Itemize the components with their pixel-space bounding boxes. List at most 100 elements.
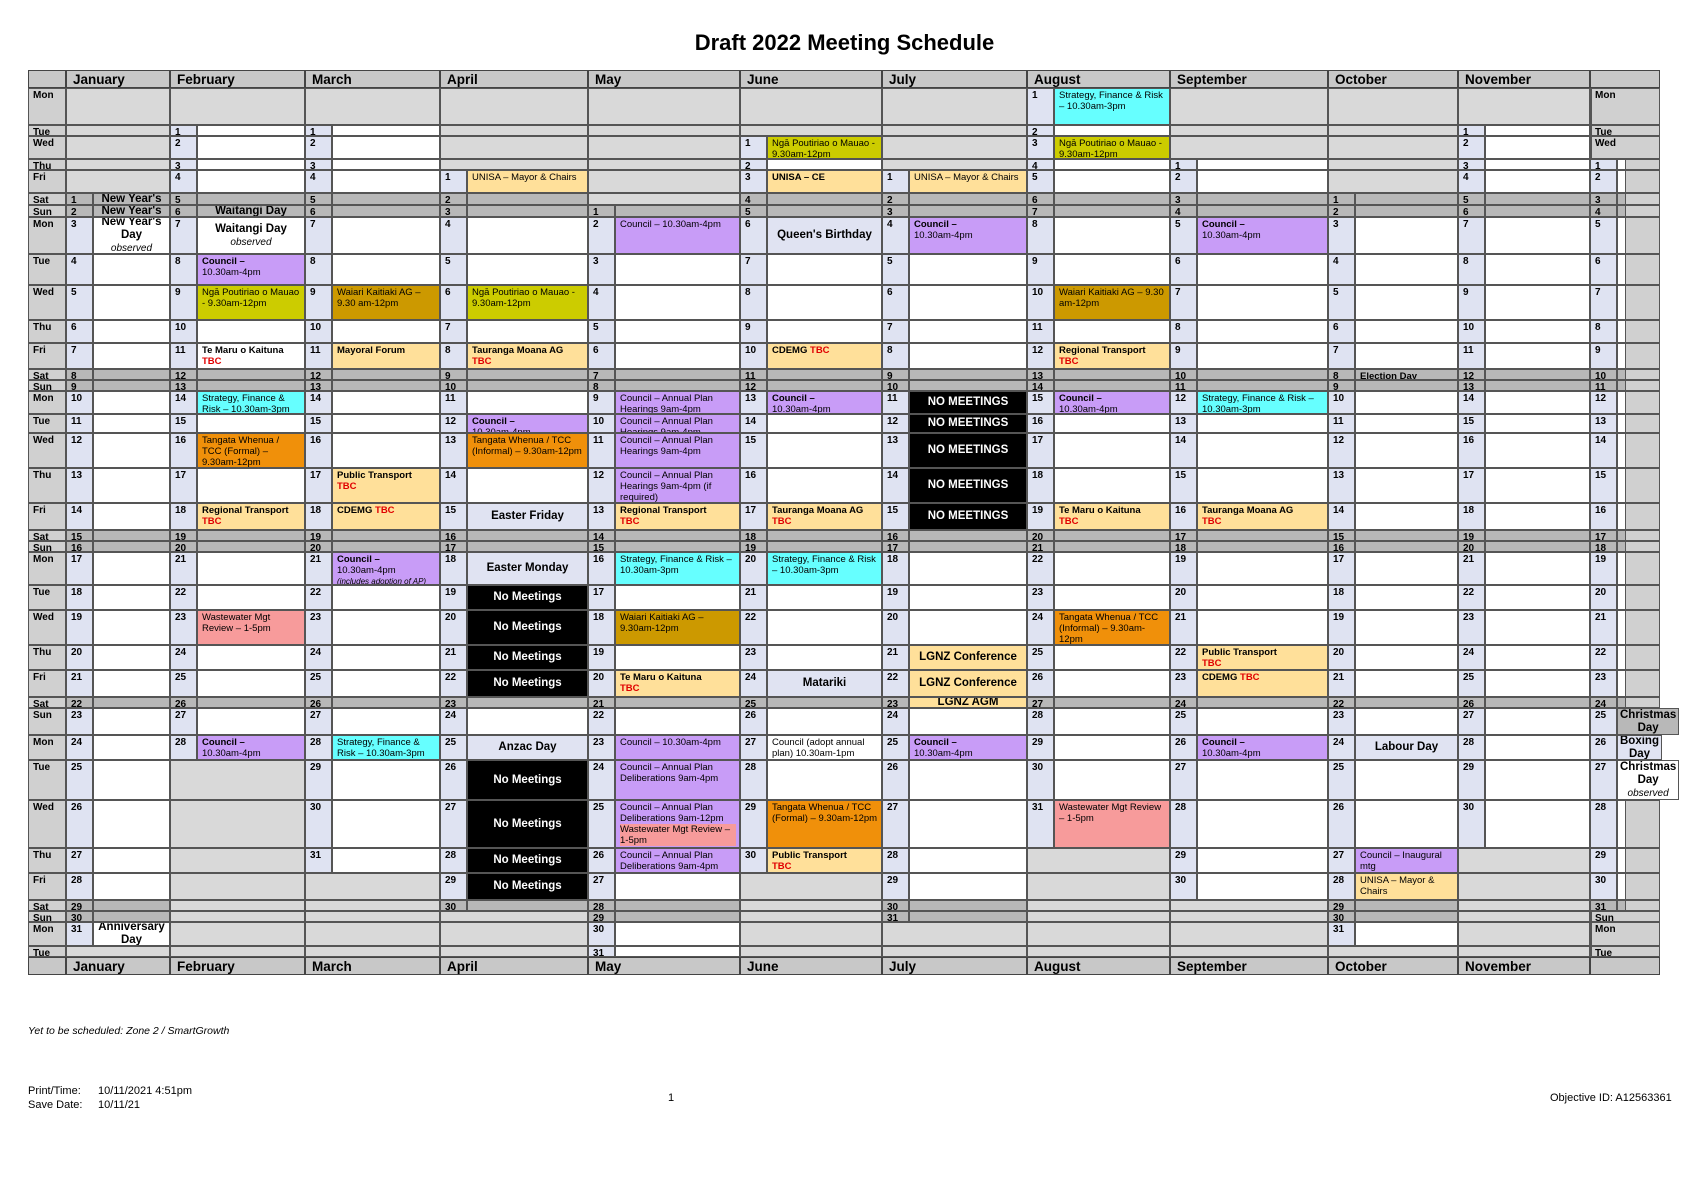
day-cell[interactable] (197, 697, 305, 708)
day-cell[interactable] (1355, 610, 1458, 645)
day-cell[interactable] (615, 697, 740, 708)
day-cell[interactable] (1355, 503, 1458, 530)
day-cell[interactable] (1355, 320, 1458, 343)
day-cell[interactable] (767, 414, 882, 433)
day-cell[interactable] (332, 125, 440, 136)
day-cell[interactable] (332, 610, 440, 645)
day-cell[interactable] (1197, 848, 1328, 873)
day-cell[interactable] (1617, 217, 1626, 254)
day-cell[interactable] (197, 541, 305, 552)
day-cell[interactable] (909, 285, 1027, 320)
day-cell[interactable] (1197, 205, 1328, 217)
day-cell[interactable] (1054, 552, 1170, 585)
day-cell[interactable] (767, 610, 882, 645)
day-cell[interactable] (93, 433, 170, 468)
day-cell[interactable] (909, 320, 1027, 343)
day-cell[interactable] (197, 320, 305, 343)
day-cell[interactable] (1355, 530, 1458, 541)
day-cell[interactable] (1355, 760, 1458, 800)
no-meetings[interactable]: No Meetings (467, 760, 588, 800)
event-council[interactable]: Council –10.30am-4pm (1197, 735, 1328, 760)
day-cell[interactable] (1054, 125, 1170, 136)
day-cell[interactable] (1197, 343, 1328, 369)
day-cell[interactable] (1197, 285, 1328, 320)
day-cell[interactable] (1485, 530, 1590, 541)
day-cell[interactable] (1485, 205, 1590, 217)
day-cell[interactable] (332, 205, 440, 217)
event-nga-poutiriao[interactable]: Ngā Poutiriao o Mauao - 9.30am-12pm (467, 285, 588, 320)
day-cell[interactable] (615, 922, 740, 946)
event-wastewater-review[interactable]: Wastewater Mgt Review – 1-5pm (197, 610, 305, 645)
event-unisa[interactable]: UNISA – Mayor & Chairs (1355, 873, 1458, 900)
event-strategy-finance-risk[interactable]: Strategy, Finance & Risk – 10.30am-3pm (1197, 391, 1328, 414)
day-cell[interactable] (93, 391, 170, 414)
day-cell[interactable] (1485, 800, 1590, 848)
day-cell[interactable] (1197, 610, 1328, 645)
day-cell[interactable] (197, 125, 305, 136)
day-cell[interactable] (1617, 170, 1626, 193)
day-cell[interactable] (197, 552, 305, 585)
day-cell[interactable] (1617, 343, 1626, 369)
day-cell[interactable] (197, 530, 305, 541)
no-meetings[interactable]: NO MEETINGS (909, 414, 1027, 433)
day-cell[interactable] (93, 697, 170, 708)
day-cell[interactable] (1355, 380, 1458, 391)
day-cell[interactable] (1485, 285, 1590, 320)
day-cell[interactable] (1197, 170, 1328, 193)
day-cell[interactable] (467, 254, 588, 285)
event-annual-plan-hearings[interactable]: Council – Annual Plan Hearings 9am-4pm (615, 391, 740, 414)
day-cell[interactable] (1355, 922, 1458, 946)
event-strategy-finance-risk[interactable]: Strategy, Finance & Risk – 10.30am-3pm (332, 735, 440, 760)
day-cell[interactable] (1054, 708, 1170, 735)
day-cell[interactable] (1617, 433, 1626, 468)
day-cell[interactable] (93, 760, 170, 800)
day-cell[interactable] (1355, 391, 1458, 414)
day-cell[interactable] (197, 468, 305, 503)
day-cell[interactable] (909, 800, 1027, 848)
day-cell[interactable] (1355, 205, 1458, 217)
event-lgnz-conference[interactable]: LGNZ Conference (909, 645, 1027, 670)
event-cdemg[interactable]: CDEMG TBC (1197, 670, 1328, 697)
day-cell[interactable] (1617, 468, 1626, 503)
day-cell[interactable] (1054, 254, 1170, 285)
day-cell[interactable] (615, 530, 740, 541)
day-cell[interactable] (1485, 697, 1590, 708)
day-cell[interactable] (332, 433, 440, 468)
no-meetings[interactable]: No Meetings (467, 585, 588, 610)
day-cell[interactable] (767, 760, 882, 800)
event-council[interactable]: Council –10.30am-4pm (includes adoption o… (332, 552, 440, 585)
day-cell[interactable] (467, 217, 588, 254)
day-cell[interactable] (1617, 530, 1626, 541)
day-cell[interactable] (467, 193, 588, 205)
day-cell[interactable] (615, 873, 740, 900)
day-cell[interactable] (1617, 697, 1626, 708)
event-wastewater-review[interactable]: Wastewater Mgt Review – 1-5pm (1054, 800, 1170, 848)
day-cell[interactable] (93, 552, 170, 585)
event-lgnz-conference[interactable]: LGNZ Conference (909, 670, 1027, 697)
day-cell[interactable] (332, 541, 440, 552)
day-cell[interactable] (332, 414, 440, 433)
day-cell[interactable] (1355, 708, 1458, 735)
day-cell[interactable] (909, 541, 1027, 552)
day-cell[interactable] (467, 697, 588, 708)
holiday-waitangi-observed[interactable]: Waitangi Day observed (197, 217, 305, 254)
day-cell[interactable] (1617, 541, 1626, 552)
day-cell[interactable] (615, 585, 740, 610)
event-nga-poutiriao[interactable]: Ngā Poutiriao o Mauao - 9.30am-12pm (197, 285, 305, 320)
day-cell[interactable] (1617, 900, 1626, 911)
day-cell[interactable] (909, 848, 1027, 873)
day-cell[interactable] (332, 585, 440, 610)
day-cell[interactable] (93, 380, 170, 391)
day-cell[interactable] (1485, 585, 1590, 610)
day-cell[interactable] (1054, 320, 1170, 343)
event-nga-poutiriao[interactable]: Ngā Poutiriao o Mauao - 9.30am-12pm (767, 136, 882, 159)
holiday-easter-friday[interactable]: Easter Friday (467, 503, 588, 530)
day-cell[interactable] (1197, 159, 1328, 170)
day-cell[interactable] (93, 610, 170, 645)
day-cell[interactable] (1197, 697, 1328, 708)
day-cell[interactable] (1485, 217, 1590, 254)
day-cell[interactable] (1054, 170, 1170, 193)
event-tauranga-moana[interactable]: Tauranga Moana AG TBC (1197, 503, 1328, 530)
event-unisa-ce[interactable]: UNISA – CE (767, 170, 882, 193)
holiday-anzac-day[interactable]: Anzac Day (467, 735, 588, 760)
